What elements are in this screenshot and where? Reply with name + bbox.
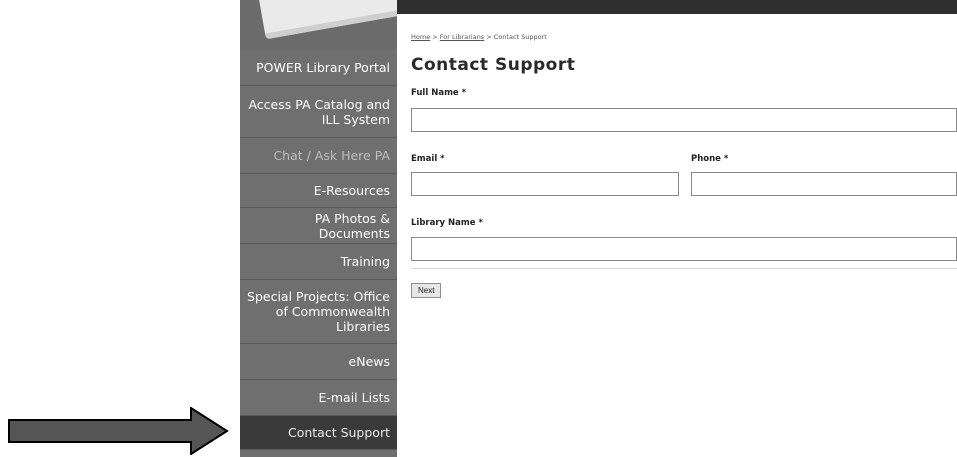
sidebar-item-label: Access PA Catalog and ILL System bbox=[248, 96, 390, 127]
right-arrow-icon bbox=[8, 407, 229, 455]
breadcrumb-separator: > bbox=[484, 33, 494, 41]
library-name-label: Library Name * bbox=[411, 218, 483, 228]
sidebar-item-label: POWER Library Portal bbox=[256, 60, 390, 75]
site-logo[interactable] bbox=[240, 0, 397, 50]
sidebar-item-access-pa-catalog[interactable]: Access PA Catalog and ILL System bbox=[240, 86, 397, 138]
sidebar-item-pa-photos-documents[interactable]: PA Photos & Documents bbox=[240, 208, 397, 244]
sidebar-item-label: Training bbox=[340, 254, 390, 269]
sidebar-item-email-lists[interactable]: E-mail Lists bbox=[240, 380, 397, 416]
sidebar-item-special-projects[interactable]: Special Projects: Office of Commonwealth… bbox=[240, 280, 397, 344]
sidebar-item-label: Contact Support bbox=[287, 425, 390, 440]
library-name-field[interactable] bbox=[411, 237, 957, 261]
full-name-label: Full Name * bbox=[411, 88, 467, 98]
email-field[interactable] bbox=[411, 172, 679, 196]
breadcrumb: Home > For Librarians > Contact Support bbox=[411, 33, 547, 41]
phone-label: Phone * bbox=[691, 154, 729, 164]
logo-graphic bbox=[256, 0, 397, 40]
breadcrumb-for-librarians-link[interactable]: For Librarians bbox=[440, 33, 484, 41]
phone-field[interactable] bbox=[691, 172, 957, 196]
breadcrumb-separator: > bbox=[430, 33, 440, 41]
main-content: Home > For Librarians > Contact Support … bbox=[411, 0, 957, 457]
sidebar-nav: POWER Library Portal Access PA Catalog a… bbox=[240, 50, 397, 457]
sidebar-item-e-resources[interactable]: E-Resources bbox=[240, 174, 397, 208]
sidebar-item-label: PA Photos & Documents bbox=[314, 210, 390, 241]
page-title: Contact Support bbox=[411, 55, 576, 75]
breadcrumb-home-link[interactable]: Home bbox=[411, 33, 430, 41]
sidebar-item-chat-ask-here[interactable]: Chat / Ask Here PA bbox=[240, 138, 397, 174]
breadcrumb-current: Contact Support bbox=[493, 33, 547, 41]
sidebar-item-training[interactable]: Training bbox=[240, 244, 397, 280]
sidebar-item-label: Special Projects: Office of Commonwealth… bbox=[247, 289, 390, 334]
email-label: Email * bbox=[411, 154, 445, 164]
full-name-field[interactable] bbox=[411, 108, 957, 132]
sidebar-item-enews[interactable]: eNews bbox=[240, 344, 397, 380]
sidebar-item-label: E-mail Lists bbox=[318, 390, 390, 405]
sidebar-item-label: eNews bbox=[348, 354, 390, 369]
form-divider bbox=[411, 268, 957, 269]
sidebar-item-contact-support[interactable]: Contact Support bbox=[240, 416, 397, 450]
sidebar-item-label: Chat / Ask Here PA bbox=[273, 148, 390, 163]
next-button[interactable]: Next bbox=[411, 283, 442, 298]
sidebar-item-label: E-Resources bbox=[313, 183, 390, 198]
sidebar-item-power-library-portal[interactable]: POWER Library Portal bbox=[240, 50, 397, 86]
